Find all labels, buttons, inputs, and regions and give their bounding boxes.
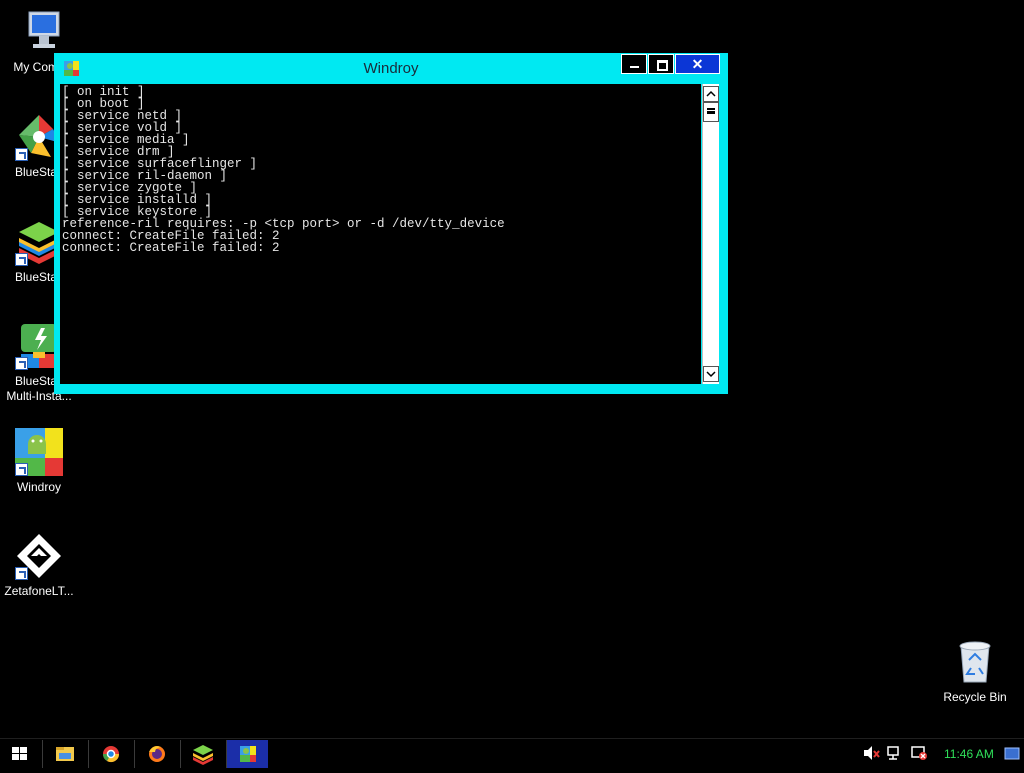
clock[interactable]: 11:46 AM bbox=[944, 747, 994, 761]
window-titlebar[interactable]: Windroy ✕ bbox=[54, 53, 728, 83]
file-explorer-icon bbox=[56, 747, 74, 761]
show-desktop-button[interactable] bbox=[1004, 747, 1020, 764]
shortcut-arrow-icon bbox=[15, 463, 28, 476]
console-text: [ on init ] [ on boot ] [ service netd ]… bbox=[62, 85, 505, 255]
scroll-down-button[interactable] bbox=[703, 366, 719, 382]
minimize-button[interactable] bbox=[621, 54, 647, 74]
shortcut-arrow-icon bbox=[15, 148, 28, 161]
desktop-icon-recycle-bin[interactable]: Recycle Bin bbox=[936, 638, 1014, 705]
vertical-scrollbar[interactable] bbox=[702, 84, 719, 384]
firefox-icon bbox=[149, 746, 165, 762]
shortcut-arrow-icon bbox=[15, 253, 28, 266]
shortcut-arrow-icon bbox=[15, 567, 28, 580]
zetafone-icon bbox=[15, 532, 63, 580]
desktop-icon-zetafone[interactable]: ZetafoneLT... bbox=[0, 532, 78, 599]
console-output[interactable]: [ on init ] [ on boot ] [ service netd ]… bbox=[60, 84, 701, 384]
desktop-icon-label: ZetafoneLT... bbox=[4, 584, 74, 598]
taskbar-bluestacks[interactable] bbox=[180, 740, 224, 768]
windroy-icon bbox=[240, 746, 256, 762]
my-computer-icon bbox=[15, 8, 63, 56]
recycle-bin-icon bbox=[951, 638, 999, 686]
close-button[interactable]: ✕ bbox=[675, 54, 720, 74]
network-icon[interactable] bbox=[886, 745, 904, 764]
desktop-icon-windroy[interactable]: Windroy bbox=[0, 428, 78, 495]
taskbar-firefox[interactable] bbox=[134, 740, 178, 768]
scrollbar-thumb[interactable] bbox=[703, 102, 719, 122]
start-button[interactable] bbox=[0, 740, 40, 768]
scroll-up-button[interactable] bbox=[703, 86, 719, 102]
start-icon bbox=[12, 747, 27, 760]
bluestacks-icon bbox=[193, 745, 213, 765]
action-center-alert-icon[interactable] bbox=[910, 745, 928, 764]
volume-muted-icon[interactable] bbox=[862, 745, 880, 764]
chrome-icon bbox=[102, 746, 120, 763]
desktop-icon-label: Windroy bbox=[16, 480, 61, 494]
maximize-button[interactable] bbox=[648, 54, 674, 74]
taskbar-windroy[interactable] bbox=[226, 740, 268, 768]
taskbar: 11:46 AM bbox=[0, 738, 1024, 768]
windroy-window[interactable]: Windroy ✕ [ on init ] [ on boot ] [ serv… bbox=[54, 53, 728, 394]
taskbar-file-explorer[interactable] bbox=[42, 740, 86, 768]
taskbar-chrome[interactable] bbox=[88, 740, 132, 768]
windroy-icon bbox=[15, 428, 63, 476]
desktop-icon-label: Recycle Bin bbox=[943, 690, 1007, 704]
shortcut-arrow-icon bbox=[15, 357, 28, 370]
